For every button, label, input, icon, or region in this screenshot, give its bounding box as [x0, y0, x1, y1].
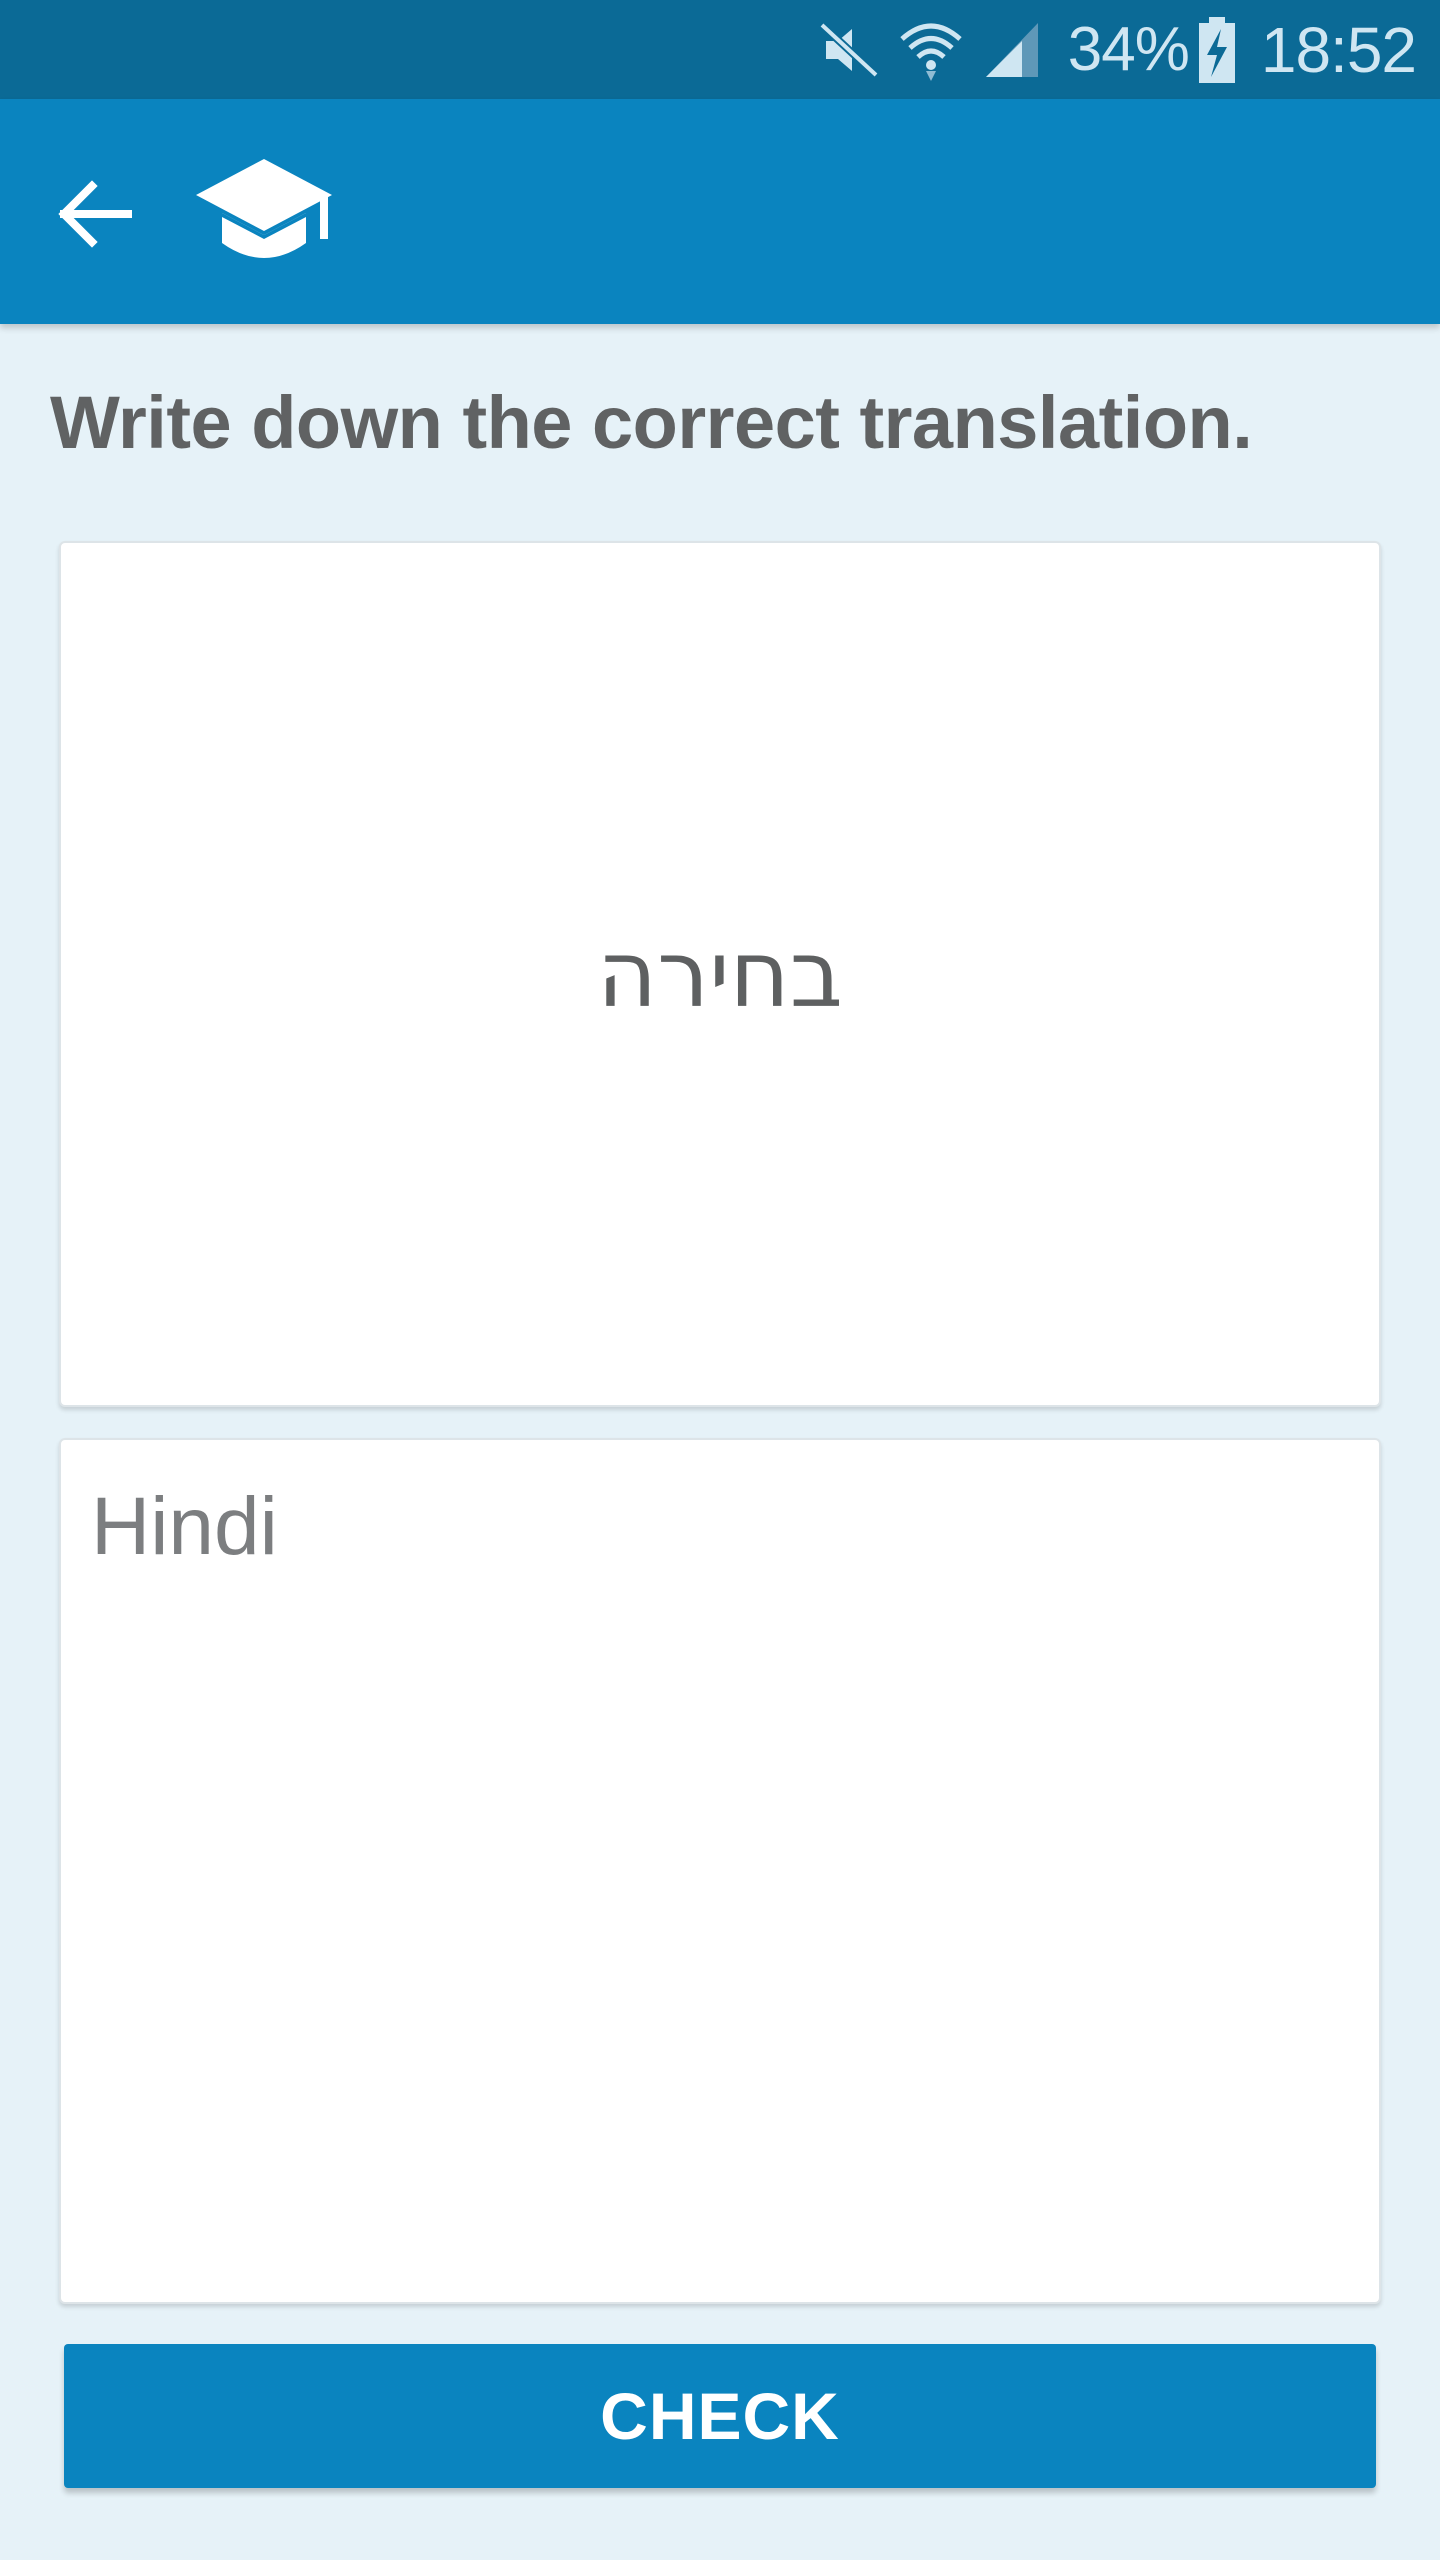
mute-icon — [814, 15, 884, 85]
answer-card[interactable] — [59, 1438, 1381, 2304]
word-card: בחירה — [59, 541, 1381, 1407]
back-button[interactable] — [50, 169, 140, 259]
graduation-cap-icon — [194, 151, 334, 271]
battery-charging-icon — [1195, 15, 1239, 85]
app-bar — [0, 99, 1440, 324]
status-bar: 34% 18:52 — [0, 0, 1440, 99]
answer-input[interactable] — [91, 1480, 1331, 2260]
clock: 18:52 — [1260, 13, 1417, 86]
signal-icon — [978, 15, 1048, 85]
check-button[interactable]: CHECK — [64, 2344, 1376, 2488]
arrow-left-icon — [58, 180, 132, 248]
battery-percent: 34% — [1067, 15, 1190, 84]
source-word: בחירה — [597, 920, 843, 1028]
instruction-text: Write down the correct translation. — [50, 381, 1253, 464]
status-icons: 34% 18:52 — [814, 0, 1417, 99]
wifi-icon — [896, 15, 966, 85]
